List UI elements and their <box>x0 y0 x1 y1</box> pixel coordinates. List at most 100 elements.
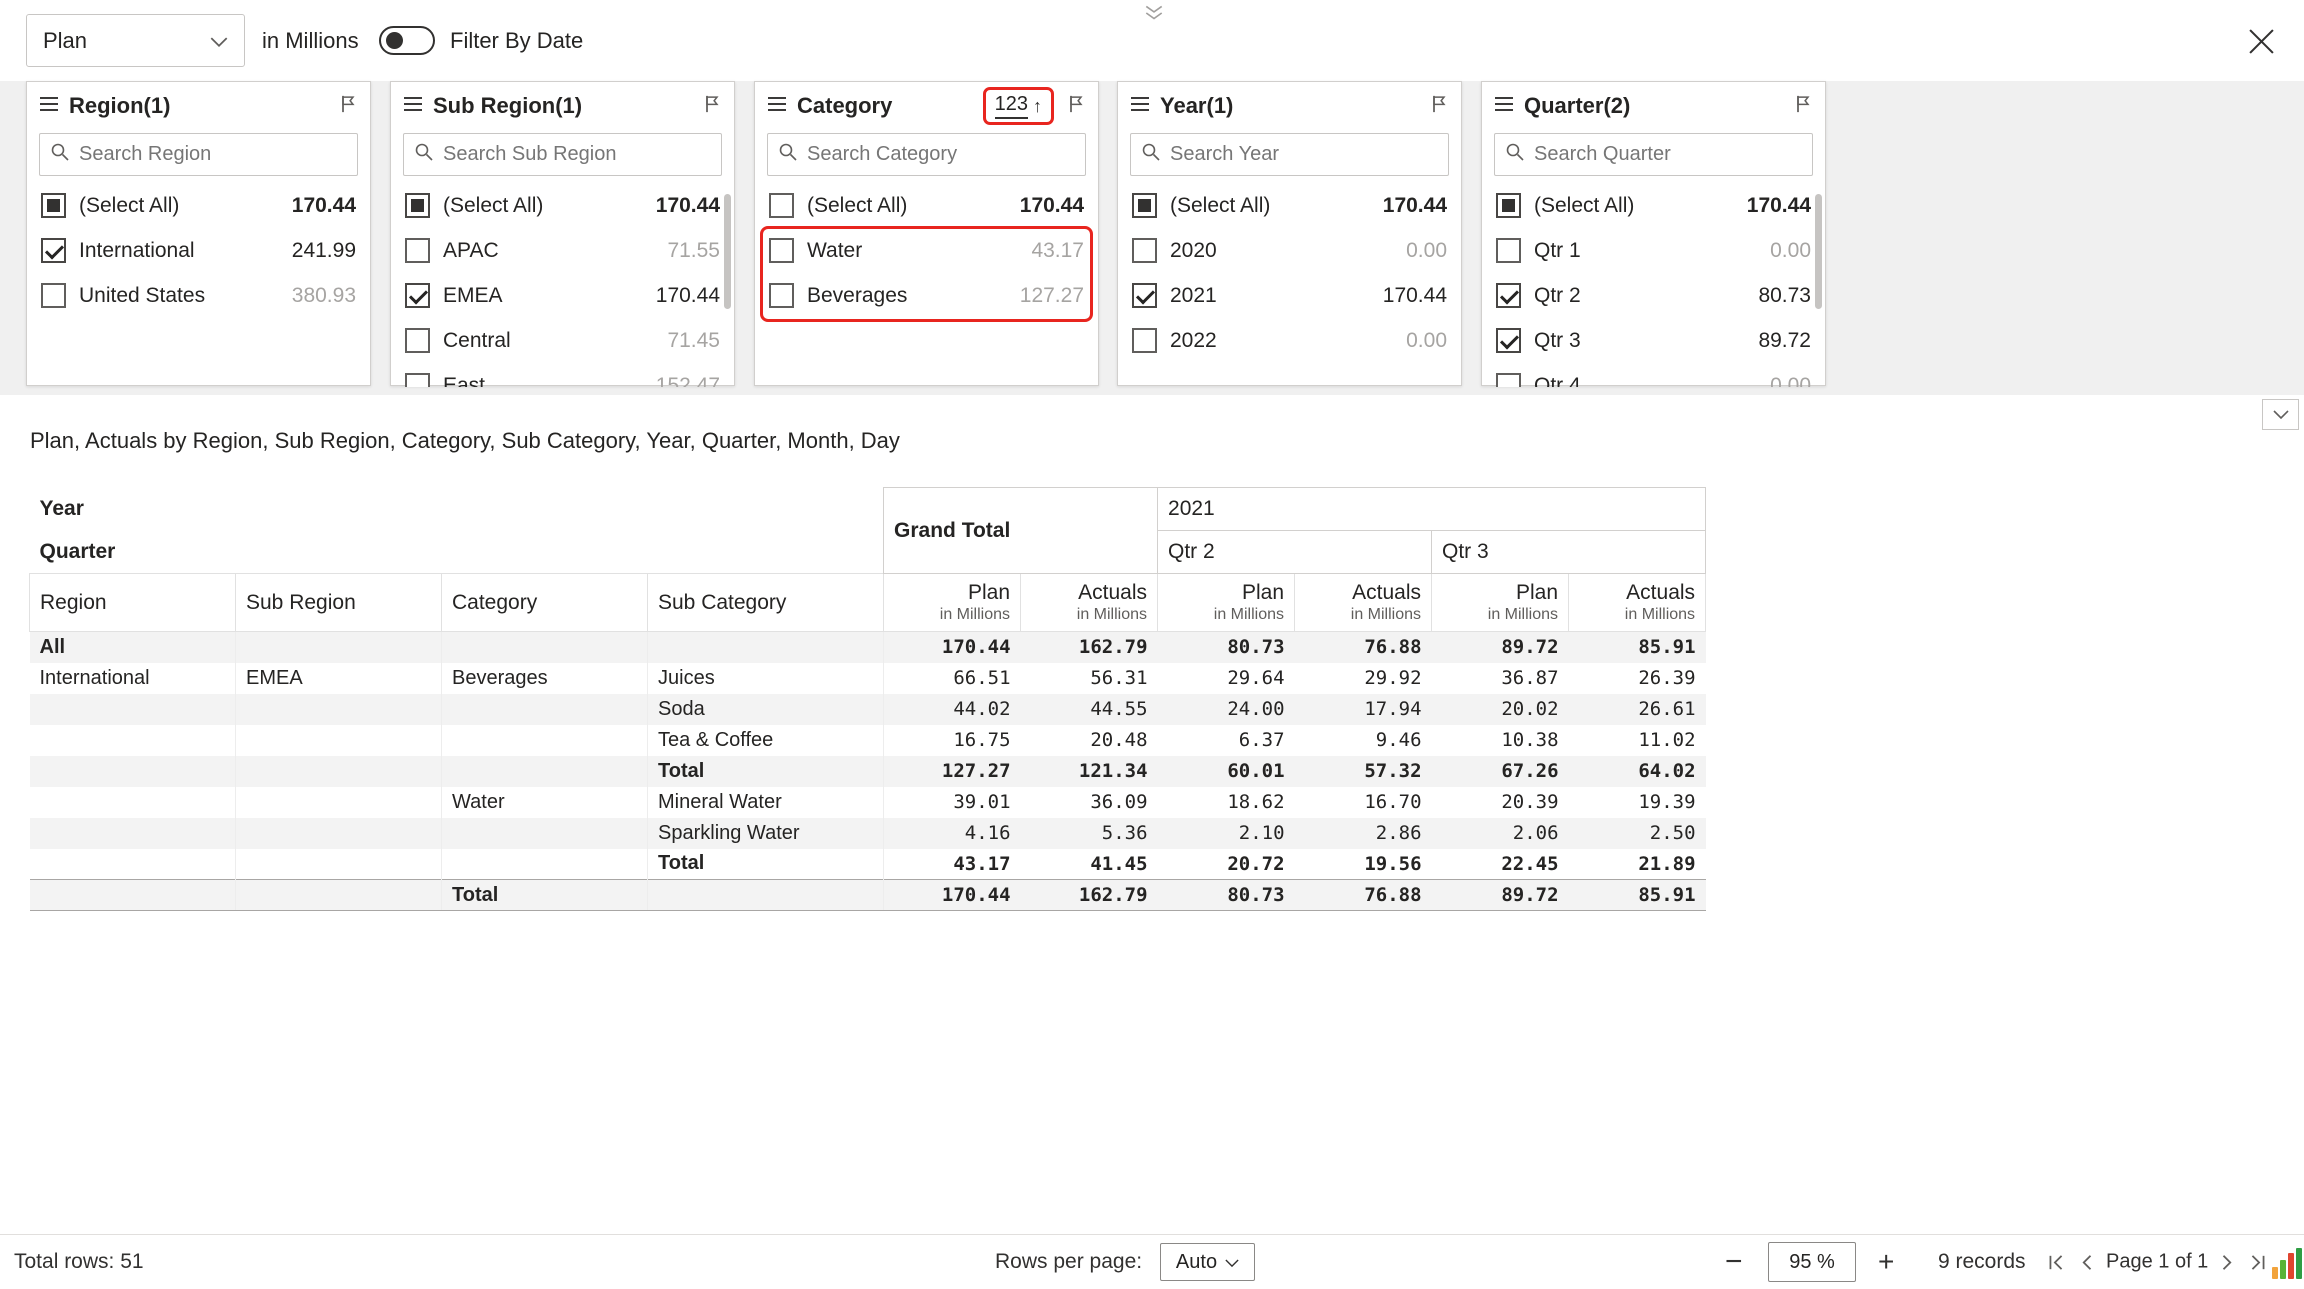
checkbox-icon[interactable] <box>1132 238 1157 263</box>
menu-icon[interactable] <box>1130 96 1150 117</box>
slicer-item[interactable]: 2020 0.00 <box>1118 228 1461 273</box>
menu-icon[interactable] <box>1494 96 1514 117</box>
total-rows-label: Total rows: 51 <box>14 1250 144 1274</box>
collapse-panel-chevron-icon[interactable] <box>1143 4 1165 27</box>
close-icon[interactable] <box>2246 26 2276 56</box>
checkbox-icon[interactable] <box>1496 238 1521 263</box>
qtr3-header[interactable]: Qtr 3 <box>1432 531 1706 574</box>
checkbox-icon[interactable] <box>769 283 794 308</box>
col-header-actuals[interactable]: Actualsin Millions <box>1295 574 1432 632</box>
flag-icon[interactable] <box>1066 94 1086 119</box>
scrollbar-thumb[interactable] <box>724 194 731 309</box>
search-sub-region-input[interactable] <box>443 143 711 166</box>
slicer-item-select-all[interactable]: (Select All) 170.44 <box>755 183 1098 228</box>
slicer-item-select-all[interactable]: (Select All) 170.44 <box>1482 183 1825 228</box>
scrollbar-thumb[interactable] <box>1815 194 1822 309</box>
slicer-item[interactable]: Qtr 2 80.73 <box>1482 273 1825 318</box>
slicer-item[interactable]: East 152.47 <box>391 363 734 387</box>
checkbox-icon[interactable] <box>405 283 430 308</box>
expand-chevron-button[interactable] <box>2262 399 2299 430</box>
slicer-item[interactable]: Beverages 127.27 <box>755 273 1098 318</box>
checkbox-icon[interactable] <box>1496 283 1521 308</box>
slicer-item-select-all[interactable]: (Select All) 170.44 <box>1118 183 1461 228</box>
slicer-item-label: 2020 <box>1170 239 1393 263</box>
last-page-icon[interactable] <box>2248 1253 2268 1271</box>
checkbox-icon[interactable] <box>41 283 66 308</box>
slicer-item[interactable]: Water 43.17 <box>755 228 1098 273</box>
year-2021-header[interactable]: 2021 <box>1158 488 1706 531</box>
mini-bar-chart-icon[interactable] <box>2272 1248 2302 1279</box>
sort-numeric-control[interactable]: 123 ↑ <box>983 87 1054 125</box>
checkbox-icon[interactable] <box>405 328 430 353</box>
zoom-level-field[interactable]: 95 % <box>1768 1242 1856 1282</box>
slicer-item[interactable]: 2021 170.44 <box>1118 273 1461 318</box>
slicer-item[interactable]: United States 380.93 <box>27 273 370 318</box>
search-year-input[interactable] <box>1170 143 1438 166</box>
col-header-region[interactable]: Region <box>30 574 236 632</box>
checkbox-icon[interactable] <box>1132 283 1157 308</box>
slicer-item[interactable]: APAC 71.55 <box>391 228 734 273</box>
col-header-actuals[interactable]: Actualsin Millions <box>1569 574 1706 632</box>
slicer-item-value: 152.47 <box>656 374 720 388</box>
checkbox-icon[interactable] <box>1496 328 1521 353</box>
checkbox-icon[interactable] <box>1132 193 1157 218</box>
slicer-item-value: 170.44 <box>1020 194 1084 218</box>
slicer-item[interactable]: International 241.99 <box>27 228 370 273</box>
search-category-input[interactable] <box>807 143 1075 166</box>
search-quarter-input[interactable] <box>1534 143 1802 166</box>
checkbox-icon[interactable] <box>1496 193 1521 218</box>
checkbox-icon[interactable] <box>405 238 430 263</box>
checkbox-icon[interactable] <box>405 373 430 387</box>
slicer-item-label: EMEA <box>443 284 643 308</box>
menu-icon[interactable] <box>39 96 59 117</box>
first-page-icon[interactable] <box>2046 1253 2066 1271</box>
slicer-item-value: 127.27 <box>1020 284 1084 308</box>
slicer-item-select-all[interactable]: (Select All) 170.44 <box>27 183 370 228</box>
checkbox-icon[interactable] <box>1496 373 1521 387</box>
slicer-item-label: United States <box>79 284 279 308</box>
slicer-item[interactable]: Qtr 4 0.00 <box>1482 363 1825 387</box>
checkbox-icon[interactable] <box>769 238 794 263</box>
col-header-sub-region[interactable]: Sub Region <box>236 574 442 632</box>
status-bar: Total rows: 51 Rows per page: Auto − 95 … <box>0 1234 2304 1289</box>
checkbox-icon[interactable] <box>405 193 430 218</box>
col-header-plan[interactable]: Planin Millions <box>1158 574 1295 632</box>
search-box <box>1494 133 1813 176</box>
filter-by-date-toggle[interactable] <box>379 26 435 55</box>
slicer-item-value: 0.00 <box>1770 374 1811 388</box>
menu-icon[interactable] <box>403 96 423 117</box>
slicer-item[interactable]: Qtr 3 89.72 <box>1482 318 1825 363</box>
col-header-plan[interactable]: Planin Millions <box>884 574 1021 632</box>
grand-total-header[interactable]: Grand Total <box>884 488 1158 574</box>
slicer-header: Region(1) <box>27 82 370 130</box>
slicer-item-label: Qtr 3 <box>1534 329 1745 353</box>
slicer-item[interactable]: EMEA 170.44 <box>391 273 734 318</box>
next-page-icon[interactable] <box>2221 1253 2235 1271</box>
checkbox-icon[interactable] <box>769 193 794 218</box>
slicer-item[interactable]: Central 71.45 <box>391 318 734 363</box>
zoom-out-button[interactable]: − <box>1725 1245 1743 1279</box>
slicer-item[interactable]: 2022 0.00 <box>1118 318 1461 363</box>
flag-icon[interactable] <box>338 94 358 119</box>
checkbox-icon[interactable] <box>1132 328 1157 353</box>
zoom-in-button[interactable]: + <box>1878 1246 1894 1278</box>
checkbox-icon[interactable] <box>41 193 66 218</box>
col-header-category[interactable]: Category <box>442 574 648 632</box>
quarter-row-label: Quarter <box>30 531 884 574</box>
rows-per-page-dropdown[interactable]: Auto <box>1160 1243 1255 1281</box>
flag-icon[interactable] <box>1429 94 1449 119</box>
measure-dropdown[interactable]: Plan <box>26 14 245 67</box>
search-region-input[interactable] <box>79 143 347 166</box>
col-header-plan[interactable]: Planin Millions <box>1432 574 1569 632</box>
slicer-item-select-all[interactable]: (Select All) 170.44 <box>391 183 734 228</box>
slicer-item[interactable]: Qtr 1 0.00 <box>1482 228 1825 273</box>
col-header-sub-category[interactable]: Sub Category <box>648 574 884 632</box>
slicer-list: (Select All) 170.44 International 241.99… <box>27 183 370 387</box>
flag-icon[interactable] <box>702 94 722 119</box>
flag-icon[interactable] <box>1793 94 1813 119</box>
checkbox-icon[interactable] <box>41 238 66 263</box>
qtr2-header[interactable]: Qtr 2 <box>1158 531 1432 574</box>
menu-icon[interactable] <box>767 96 787 117</box>
col-header-actuals[interactable]: Actualsin Millions <box>1021 574 1158 632</box>
previous-page-icon[interactable] <box>2079 1253 2093 1271</box>
